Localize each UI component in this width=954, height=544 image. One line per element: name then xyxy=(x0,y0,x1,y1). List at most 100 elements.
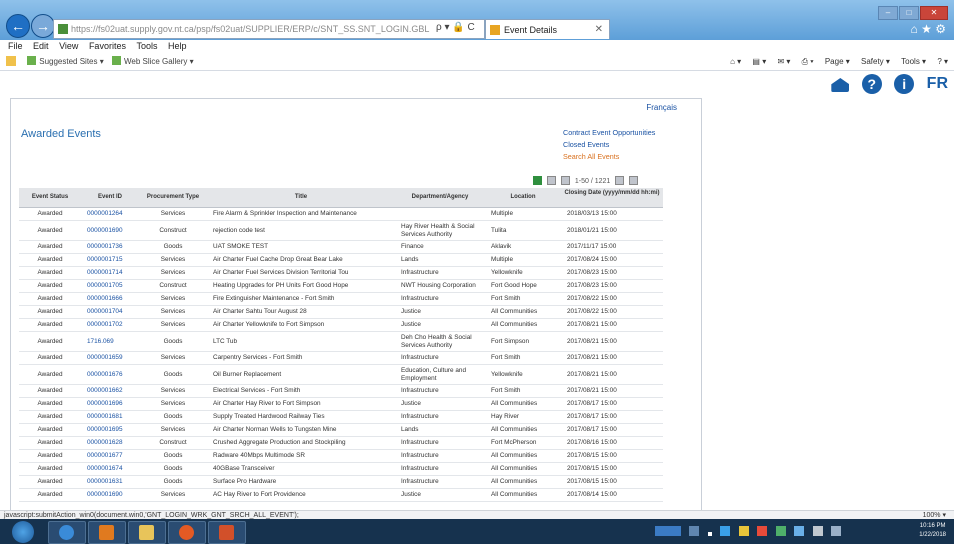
minimize-button[interactable]: – xyxy=(878,6,898,20)
mail-icon[interactable]: ✉ ▾ xyxy=(777,57,790,66)
search-all-events-link[interactable]: Search All Events xyxy=(563,151,655,163)
first-page-icon[interactable] xyxy=(560,176,570,185)
cell-id[interactable]: 0000001702 xyxy=(87,319,137,331)
table-row[interactable]: Awarded 0000001659 Services Carpentry Servi… xyxy=(19,352,663,365)
menu-view[interactable]: View xyxy=(59,41,78,51)
contract-event-opportunities-link[interactable]: Contract Event Opportunities xyxy=(563,127,655,139)
table-row[interactable]: Awarded 0000001628 Construct Crushed Aggreg… xyxy=(19,437,663,450)
tray-network-icon[interactable] xyxy=(689,526,700,536)
tray-volume-icon[interactable] xyxy=(831,526,842,536)
print-icon[interactable]: ⎙ ▾ xyxy=(802,57,814,66)
cell-id[interactable]: 0000001695 xyxy=(87,424,137,436)
address-bar[interactable]: https://fs02uat.supply.gov.nt.ca/psp/fs0… xyxy=(53,19,485,39)
francais-link[interactable]: Français xyxy=(646,103,677,112)
forward-button[interactable]: → xyxy=(31,14,55,38)
home-dropdown-icon[interactable]: ⌂ ▾ xyxy=(730,57,741,66)
table-row[interactable]: Awarded 0000001736 Goods UAT SMOKE TEST Fina… xyxy=(19,241,663,254)
back-button[interactable]: ← xyxy=(6,14,30,38)
table-row[interactable]: Awarded 0000001674 Goods 40GBase Transceive… xyxy=(19,463,663,476)
prev-page-icon[interactable] xyxy=(615,176,625,185)
col-title[interactable]: Title xyxy=(207,188,395,207)
table-row[interactable]: Awarded 0000001666 Services Fire Extinguish… xyxy=(19,293,663,306)
table-row[interactable]: Awarded 0000001696 Services Air Charter Hay… xyxy=(19,398,663,411)
table-row[interactable]: Awarded 0000001690 Construct rejection code… xyxy=(19,221,663,241)
table-row[interactable]: Awarded 0000001631 Goods Surface Pro Hardwa… xyxy=(19,476,663,489)
cell-id[interactable]: 0000001681 xyxy=(87,411,137,423)
menu-file[interactable]: File xyxy=(8,41,23,51)
cell-id[interactable]: 1716.069 xyxy=(87,332,137,351)
table-row[interactable]: Awarded 0000001690 Services AC Hay River to… xyxy=(19,489,663,502)
home-icon[interactable]: ⌂ xyxy=(911,22,918,36)
page-menu[interactable]: Page ▾ xyxy=(825,57,850,66)
web-slice-gallery-link[interactable]: Web Slice Gallery ▾ xyxy=(124,57,194,66)
clock[interactable]: 10:16 PM 1/22/2018 xyxy=(919,522,946,540)
site-info-icon[interactable]: i xyxy=(894,74,915,94)
table-row[interactable]: Awarded 0000001702 Services Air Charter Yel… xyxy=(19,319,663,332)
cell-id[interactable]: 0000001659 xyxy=(87,352,137,364)
safety-menu[interactable]: Safety ▾ xyxy=(861,57,890,66)
cell-id[interactable]: 0000001631 xyxy=(87,476,137,488)
cell-id[interactable]: 0000001690 xyxy=(87,489,137,501)
tray-icon-5[interactable] xyxy=(812,526,823,536)
menu-favorites[interactable]: Favorites xyxy=(89,41,126,51)
taskbar-firefox[interactable] xyxy=(168,521,206,544)
address-tools[interactable]: ρ ▾ 🔒 C xyxy=(436,19,475,37)
cell-id[interactable]: 0000001677 xyxy=(87,450,137,462)
cell-id[interactable]: 0000001705 xyxy=(87,280,137,292)
tray-icon-2[interactable] xyxy=(757,526,768,536)
menu-tools[interactable]: Tools xyxy=(136,41,157,51)
col-event-status[interactable]: Event Status xyxy=(19,188,81,207)
cell-id[interactable]: 0000001662 xyxy=(87,385,137,397)
col-event-id[interactable]: Event ID xyxy=(81,188,139,207)
taskbar-ie[interactable] xyxy=(48,521,86,544)
table-row[interactable]: Awarded 0000001264 Services Fire Alarm & Sp… xyxy=(19,208,663,221)
tray-icon-3[interactable] xyxy=(775,526,786,536)
french-language-link[interactable]: FR xyxy=(927,74,948,94)
start-button[interactable] xyxy=(12,521,34,543)
table-row[interactable]: Awarded 0000001715 Services Air Charter Fue… xyxy=(19,254,663,267)
maximize-button[interactable]: □ xyxy=(899,6,919,20)
tray-icon-1[interactable] xyxy=(720,526,731,536)
settings-gear-icon[interactable]: ⚙ xyxy=(935,22,946,36)
taskbar-powerpoint[interactable] xyxy=(208,521,246,544)
col-department[interactable]: Department/Agency xyxy=(395,188,485,207)
site-help-icon[interactable]: ? xyxy=(861,74,882,94)
menu-edit[interactable]: Edit xyxy=(33,41,49,51)
taskbar-explorer[interactable] xyxy=(128,521,166,544)
tray-icon-4[interactable] xyxy=(794,526,805,536)
cell-id[interactable]: 0000001690 xyxy=(87,221,137,240)
col-closing-date[interactable]: Closing Date (yyyy/mm/dd hh:mi) xyxy=(561,188,663,207)
next-page-icon[interactable] xyxy=(629,176,639,185)
cell-id[interactable]: 0000001666 xyxy=(87,293,137,305)
table-row[interactable]: Awarded 0000001705 Construct Heating Upgrad… xyxy=(19,280,663,293)
favorites-star-icon[interactable] xyxy=(6,56,16,66)
closed-events-link[interactable]: Closed Events xyxy=(563,139,655,151)
table-row[interactable]: Awarded 1716.069 Goods LTC Tub Deh Cho Healt… xyxy=(19,332,663,352)
close-button[interactable]: ✕ xyxy=(920,6,948,20)
feeds-icon[interactable]: ▤ ▾ xyxy=(752,57,766,66)
cell-id[interactable]: 0000001674 xyxy=(87,463,137,475)
table-row[interactable]: Awarded 0000001704 Services Air Charter Sah… xyxy=(19,306,663,319)
table-row[interactable]: Awarded 0000001714 Services Air Charter Fue… xyxy=(19,267,663,280)
tools-menu[interactable]: Tools ▾ xyxy=(901,57,926,66)
help-icon[interactable]: ? ▾ xyxy=(937,57,948,66)
suggested-sites-link[interactable]: Suggested Sites ▾ xyxy=(39,57,104,66)
table-row[interactable]: Awarded 0000001695 Services Air Charter Nor… xyxy=(19,424,663,437)
browser-tab[interactable]: Event Details ✕ xyxy=(485,19,610,39)
cell-id[interactable]: 0000001628 xyxy=(87,437,137,449)
cell-id[interactable]: 0000001704 xyxy=(87,306,137,318)
taskbar-outlook[interactable] xyxy=(88,521,126,544)
table-row[interactable]: Awarded 0000001676 Goods Oil Burner Replace… xyxy=(19,365,663,385)
col-location[interactable]: Location xyxy=(485,188,561,207)
cell-id[interactable]: 0000001715 xyxy=(87,254,137,266)
table-row[interactable]: Awarded 0000001662 Services Electrical Serv… xyxy=(19,385,663,398)
cell-id[interactable]: 0000001676 xyxy=(87,365,137,384)
tray-app-icon[interactable] xyxy=(655,526,681,536)
cell-id[interactable]: 0000001714 xyxy=(87,267,137,279)
table-row[interactable]: Awarded 0000001681 Goods Supply Treated Har… xyxy=(19,411,663,424)
favorites-star-icon[interactable]: ★ xyxy=(921,22,932,36)
table-row[interactable]: Awarded 0000001677 Goods Radware 40Mbps Mul… xyxy=(19,450,663,463)
col-procurement-type[interactable]: Procurement Type xyxy=(139,188,207,207)
menu-help[interactable]: Help xyxy=(168,41,187,51)
view-all-icon[interactable] xyxy=(546,176,556,185)
